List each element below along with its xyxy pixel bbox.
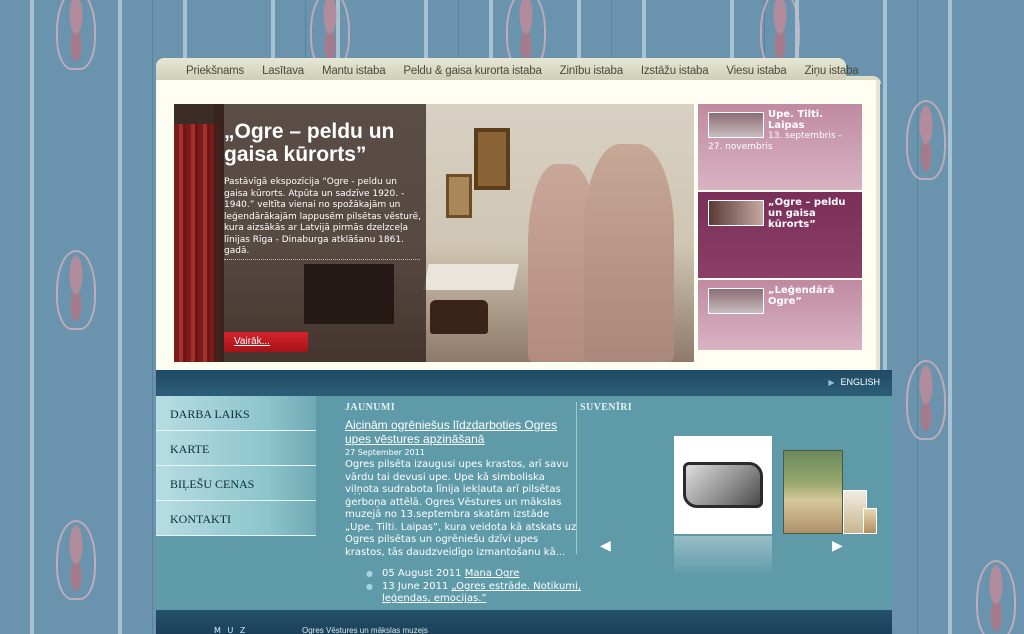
footer-text: Ogres Vēstures un mākslas muzejs	[302, 626, 428, 634]
hero-curtain	[174, 124, 219, 362]
list-item: 05 August 2011 Mana Ogre	[366, 568, 586, 580]
footer: M U Z Ogres Vēstures un mākslas muzejs	[156, 610, 892, 634]
hero-title: „Ogre – peldu un gaisa kūrorts”	[224, 120, 395, 166]
hero-description: Pastāvīgā ekspozīcija “Ogre - peldu un g…	[224, 177, 422, 256]
souvenir-carousel: ◀ ▶	[600, 436, 880, 586]
carousel-next-icon[interactable]: ▶	[832, 538, 843, 554]
list-item: 13 June 2011 „Ogres estrāde. Notikumi, l…	[366, 581, 586, 605]
exhibition-item-active[interactable]: „Ogre – peldu un gaisa kūrorts”	[698, 192, 862, 280]
wallpaper-motif	[976, 560, 1016, 634]
news-body: Ogres pilsēta izaugusi upes krastos, arī…	[345, 459, 577, 558]
news-date: 27 September 2011	[345, 448, 425, 457]
news-item-date: 13 June 2011	[382, 581, 449, 592]
news-item-date: 05 August 2011	[382, 568, 462, 579]
nav-tab-priekšnams[interactable]: Priekšnams	[156, 65, 253, 80]
column-divider	[576, 402, 577, 554]
souvenir-book[interactable]	[783, 450, 843, 534]
souvenirs-heading: SUVENĪRI	[580, 402, 633, 413]
hero-suitcase	[430, 300, 488, 334]
nav-tab-peldu-kurorta-istaba[interactable]: Peldu & gaisa kurorta istaba	[394, 65, 550, 80]
hero-divider	[224, 259, 420, 260]
carousel-prev-icon[interactable]: ◀	[600, 538, 611, 554]
exhibition-item[interactable]: Upe. Tilti. Laipas 13. septembris - 27. …	[698, 104, 862, 192]
exhibition-thumbnail	[708, 288, 764, 314]
nav-tab-mantu-istaba[interactable]: Mantu istaba	[313, 65, 394, 80]
news-title-link[interactable]: Aicinām ogrēniešus līdzdarboties Ogres u…	[345, 418, 573, 446]
wallpaper-motif	[56, 520, 96, 600]
side-nav-kontakti[interactable]: KONTAKTI	[156, 501, 316, 536]
exhibition-list: Upe. Tilti. Laipas 13. septembris - 27. …	[698, 104, 862, 362]
wallpaper-motif	[56, 0, 96, 70]
side-nav-darba-laiks[interactable]: DARBA LAIKS	[156, 396, 316, 431]
nav-tab-zinibu-istaba[interactable]: Zinību istaba	[551, 65, 632, 80]
exhibition-title: „Ogre – peldu un gaisa kūrorts”	[768, 197, 846, 230]
hero-more-button[interactable]: Vairāk...	[224, 332, 308, 352]
nav-tab-viesu-istaba[interactable]: Viesu istaba	[717, 65, 795, 80]
news-list: 05 August 2011 Mana Ogre 13 June 2011 „O…	[366, 568, 586, 606]
main-nav: Priekšnams Lasītava Mantu istaba Peldu &…	[156, 58, 859, 80]
nav-tab-lasitava[interactable]: Lasītava	[253, 65, 313, 80]
footer-logo: M U Z	[214, 626, 248, 634]
souvenir-reflection	[674, 536, 772, 576]
exhibition-thumbnail	[708, 200, 764, 226]
exhibition-item[interactable]: „Leģendārā Ogre”	[698, 280, 862, 350]
hero-banner[interactable]: „Ogre – peldu un gaisa kūrorts” Pastāvīg…	[174, 104, 694, 362]
hero-painting-small	[446, 174, 472, 218]
wallpaper-motif	[906, 100, 946, 180]
exhibition-date: 13. septembris - 27. novembris	[708, 131, 842, 152]
language-label: ENGLISH	[840, 377, 880, 387]
header-panel: „Ogre – peldu un gaisa kūrorts” Pastāvīg…	[156, 80, 880, 370]
side-nav-bilesu-cenas[interactable]: BIĻEŠU CENAS	[156, 466, 316, 501]
language-bar: ▶ ENGLISH	[156, 370, 892, 396]
language-switch[interactable]: ▶ ENGLISH	[828, 377, 880, 387]
side-nav-karte[interactable]: KARTE	[156, 431, 316, 466]
news-heading: JAUNUMI	[345, 402, 396, 413]
souvenir-card[interactable]	[674, 436, 772, 534]
nav-tab-izstazu-istaba[interactable]: Izstāžu istaba	[632, 65, 718, 80]
news-item-link[interactable]: Mana Ogre	[465, 568, 520, 579]
play-arrow-icon: ▶	[828, 378, 835, 387]
hero-painting	[474, 128, 510, 190]
souvenir-image	[683, 462, 763, 508]
exhibition-title: „Leģendārā Ogre”	[768, 285, 835, 307]
exhibition-title: Upe. Tilti. Laipas	[768, 109, 824, 131]
hero-vitrine	[423, 264, 519, 290]
hero-figure-man	[584, 144, 674, 362]
souvenir-item-small[interactable]	[863, 508, 877, 534]
content-area: DARBA LAIKS KARTE BIĻEŠU CENAS KONTAKTI …	[156, 396, 892, 610]
wallpaper-motif	[56, 250, 96, 330]
wallpaper-motif	[906, 360, 946, 440]
page-container: Priekšnams Lasītava Mantu istaba Peldu &…	[156, 58, 892, 634]
